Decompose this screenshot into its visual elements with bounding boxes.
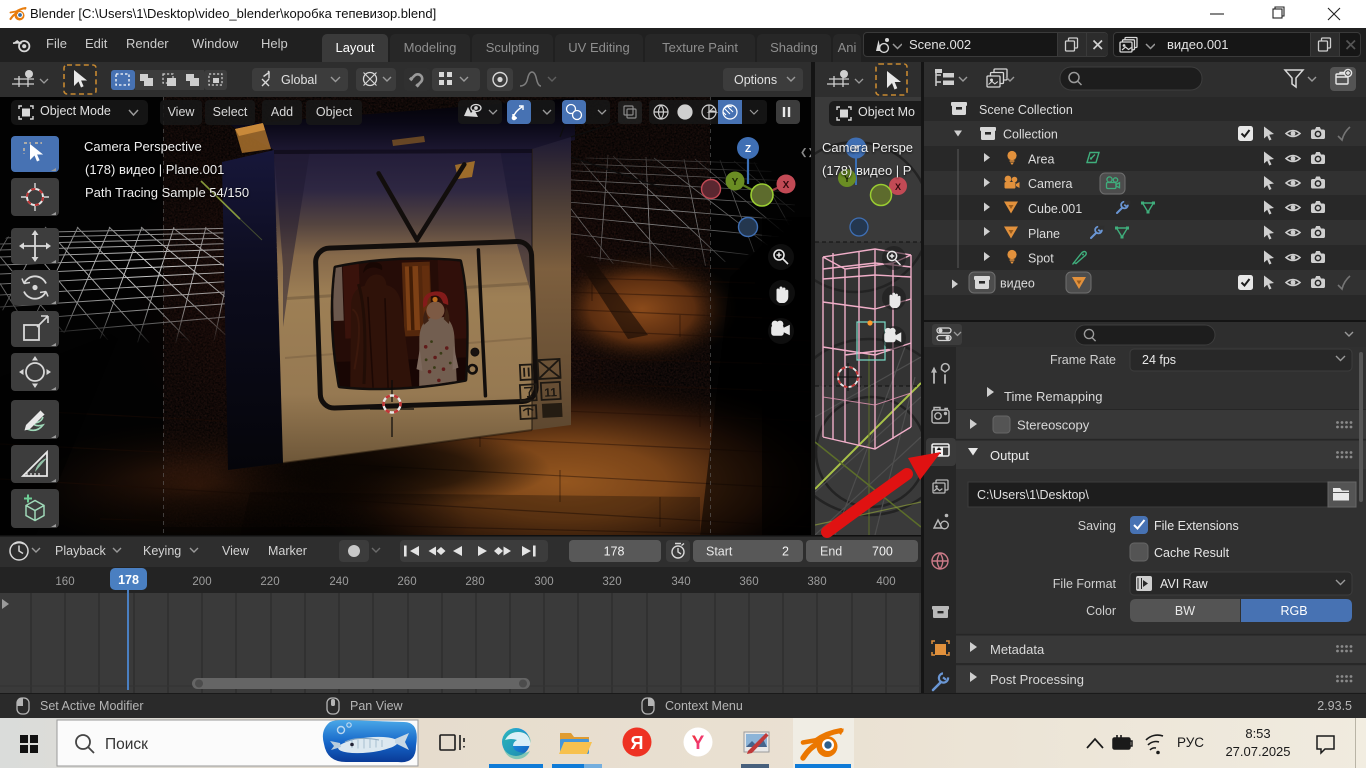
svg-text:Metadata: Metadata <box>990 642 1045 657</box>
svg-text:2: 2 <box>782 545 789 559</box>
svg-text:178: 178 <box>604 545 625 559</box>
svg-text:160: 160 <box>55 576 74 588</box>
svg-text:Spot: Spot <box>1028 252 1054 266</box>
svg-text:320: 320 <box>602 576 621 588</box>
svg-text:X: X <box>895 182 901 192</box>
svg-text:Color: Color <box>1086 604 1116 618</box>
svg-text:240: 240 <box>329 576 348 588</box>
svg-text:Set Active Modifier: Set Active Modifier <box>40 699 144 713</box>
svg-text:Global: Global <box>281 73 317 87</box>
svg-text:Plane: Plane <box>1028 227 1060 241</box>
svg-text:Y: Y <box>732 177 739 188</box>
svg-text:Area: Area <box>1028 153 1054 167</box>
svg-text:File Extensions: File Extensions <box>1154 519 1239 533</box>
svg-text:700: 700 <box>872 545 893 559</box>
svg-text:340: 340 <box>671 576 690 588</box>
svg-text:Output: Output <box>990 448 1029 463</box>
svg-text:Stereoscopy: Stereoscopy <box>1017 418 1090 433</box>
svg-text:11: 11 <box>544 385 558 400</box>
svg-text:Camera: Camera <box>1028 177 1073 191</box>
svg-text:Marker: Marker <box>268 544 307 558</box>
svg-text:360: 360 <box>739 576 758 588</box>
svg-text:РУС: РУС <box>1177 735 1204 750</box>
svg-text:AVI Raw: AVI Raw <box>1160 577 1209 591</box>
svg-text:Playback: Playback <box>55 544 106 558</box>
svg-text:Start: Start <box>706 545 733 559</box>
svg-text:200: 200 <box>192 576 211 588</box>
svg-text:BW: BW <box>1175 604 1195 618</box>
svg-text:260: 260 <box>397 576 416 588</box>
svg-text:Scene Collection: Scene Collection <box>979 103 1073 117</box>
svg-text:8:53: 8:53 <box>1245 726 1270 741</box>
svg-text:видео: видео <box>1000 277 1035 291</box>
svg-text:Options: Options <box>734 73 777 87</box>
svg-text:Я: Я <box>631 733 644 753</box>
svg-text:Y: Y <box>692 733 705 754</box>
svg-text:Collection: Collection <box>1003 128 1058 142</box>
svg-text:X: X <box>783 180 790 191</box>
svg-text:24 fps: 24 fps <box>1142 353 1176 367</box>
svg-text:280: 280 <box>465 576 484 588</box>
svg-text:Z: Z <box>745 144 751 155</box>
svg-text:380: 380 <box>807 576 826 588</box>
svg-text:❮❯: ❮❯ <box>800 147 811 158</box>
svg-text:2.93.5: 2.93.5 <box>1317 699 1352 713</box>
svg-text:27.07.2025: 27.07.2025 <box>1225 744 1290 759</box>
svg-text:Cache Result: Cache Result <box>1154 546 1230 560</box>
svg-text:Pan View: Pan View <box>350 699 404 713</box>
svg-text:Cube.001: Cube.001 <box>1028 202 1082 216</box>
svg-text:Post Processing: Post Processing <box>990 672 1084 687</box>
svg-text:Time Remapping: Time Remapping <box>1004 389 1103 404</box>
svg-text:View: View <box>222 544 250 558</box>
svg-text:File Format: File Format <box>1053 577 1117 591</box>
svg-text:300: 300 <box>534 576 553 588</box>
svg-text:178: 178 <box>118 573 139 587</box>
svg-text:Saving: Saving <box>1078 519 1116 533</box>
svg-text:400: 400 <box>876 576 895 588</box>
svg-text:Frame Rate: Frame Rate <box>1050 353 1116 367</box>
svg-text:Context Menu: Context Menu <box>665 699 743 713</box>
svg-text:220: 220 <box>260 576 279 588</box>
svg-text:Keying: Keying <box>143 544 181 558</box>
svg-text:RGB: RGB <box>1280 604 1307 618</box>
svg-text:C:\Users\1\Desktop\: C:\Users\1\Desktop\ <box>977 488 1089 502</box>
svg-text:End: End <box>820 545 842 559</box>
svg-text:Поиск: Поиск <box>105 736 148 753</box>
